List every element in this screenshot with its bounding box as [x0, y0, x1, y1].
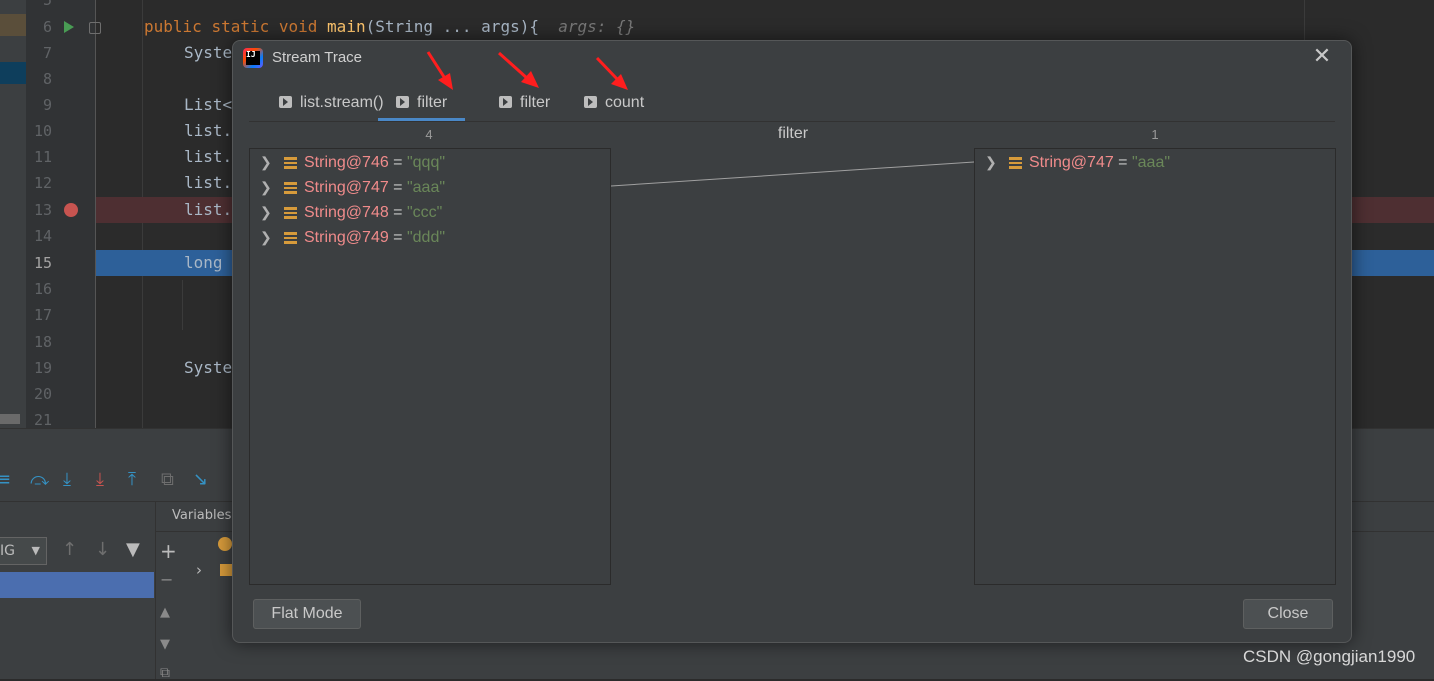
annotation-arrow [595, 56, 628, 90]
annotation-arrow [426, 51, 453, 90]
annotation-arrow [497, 51, 539, 88]
watermark: CSDN @gongjian1990 [1243, 647, 1416, 666]
annotation-arrows [426, 51, 628, 90]
